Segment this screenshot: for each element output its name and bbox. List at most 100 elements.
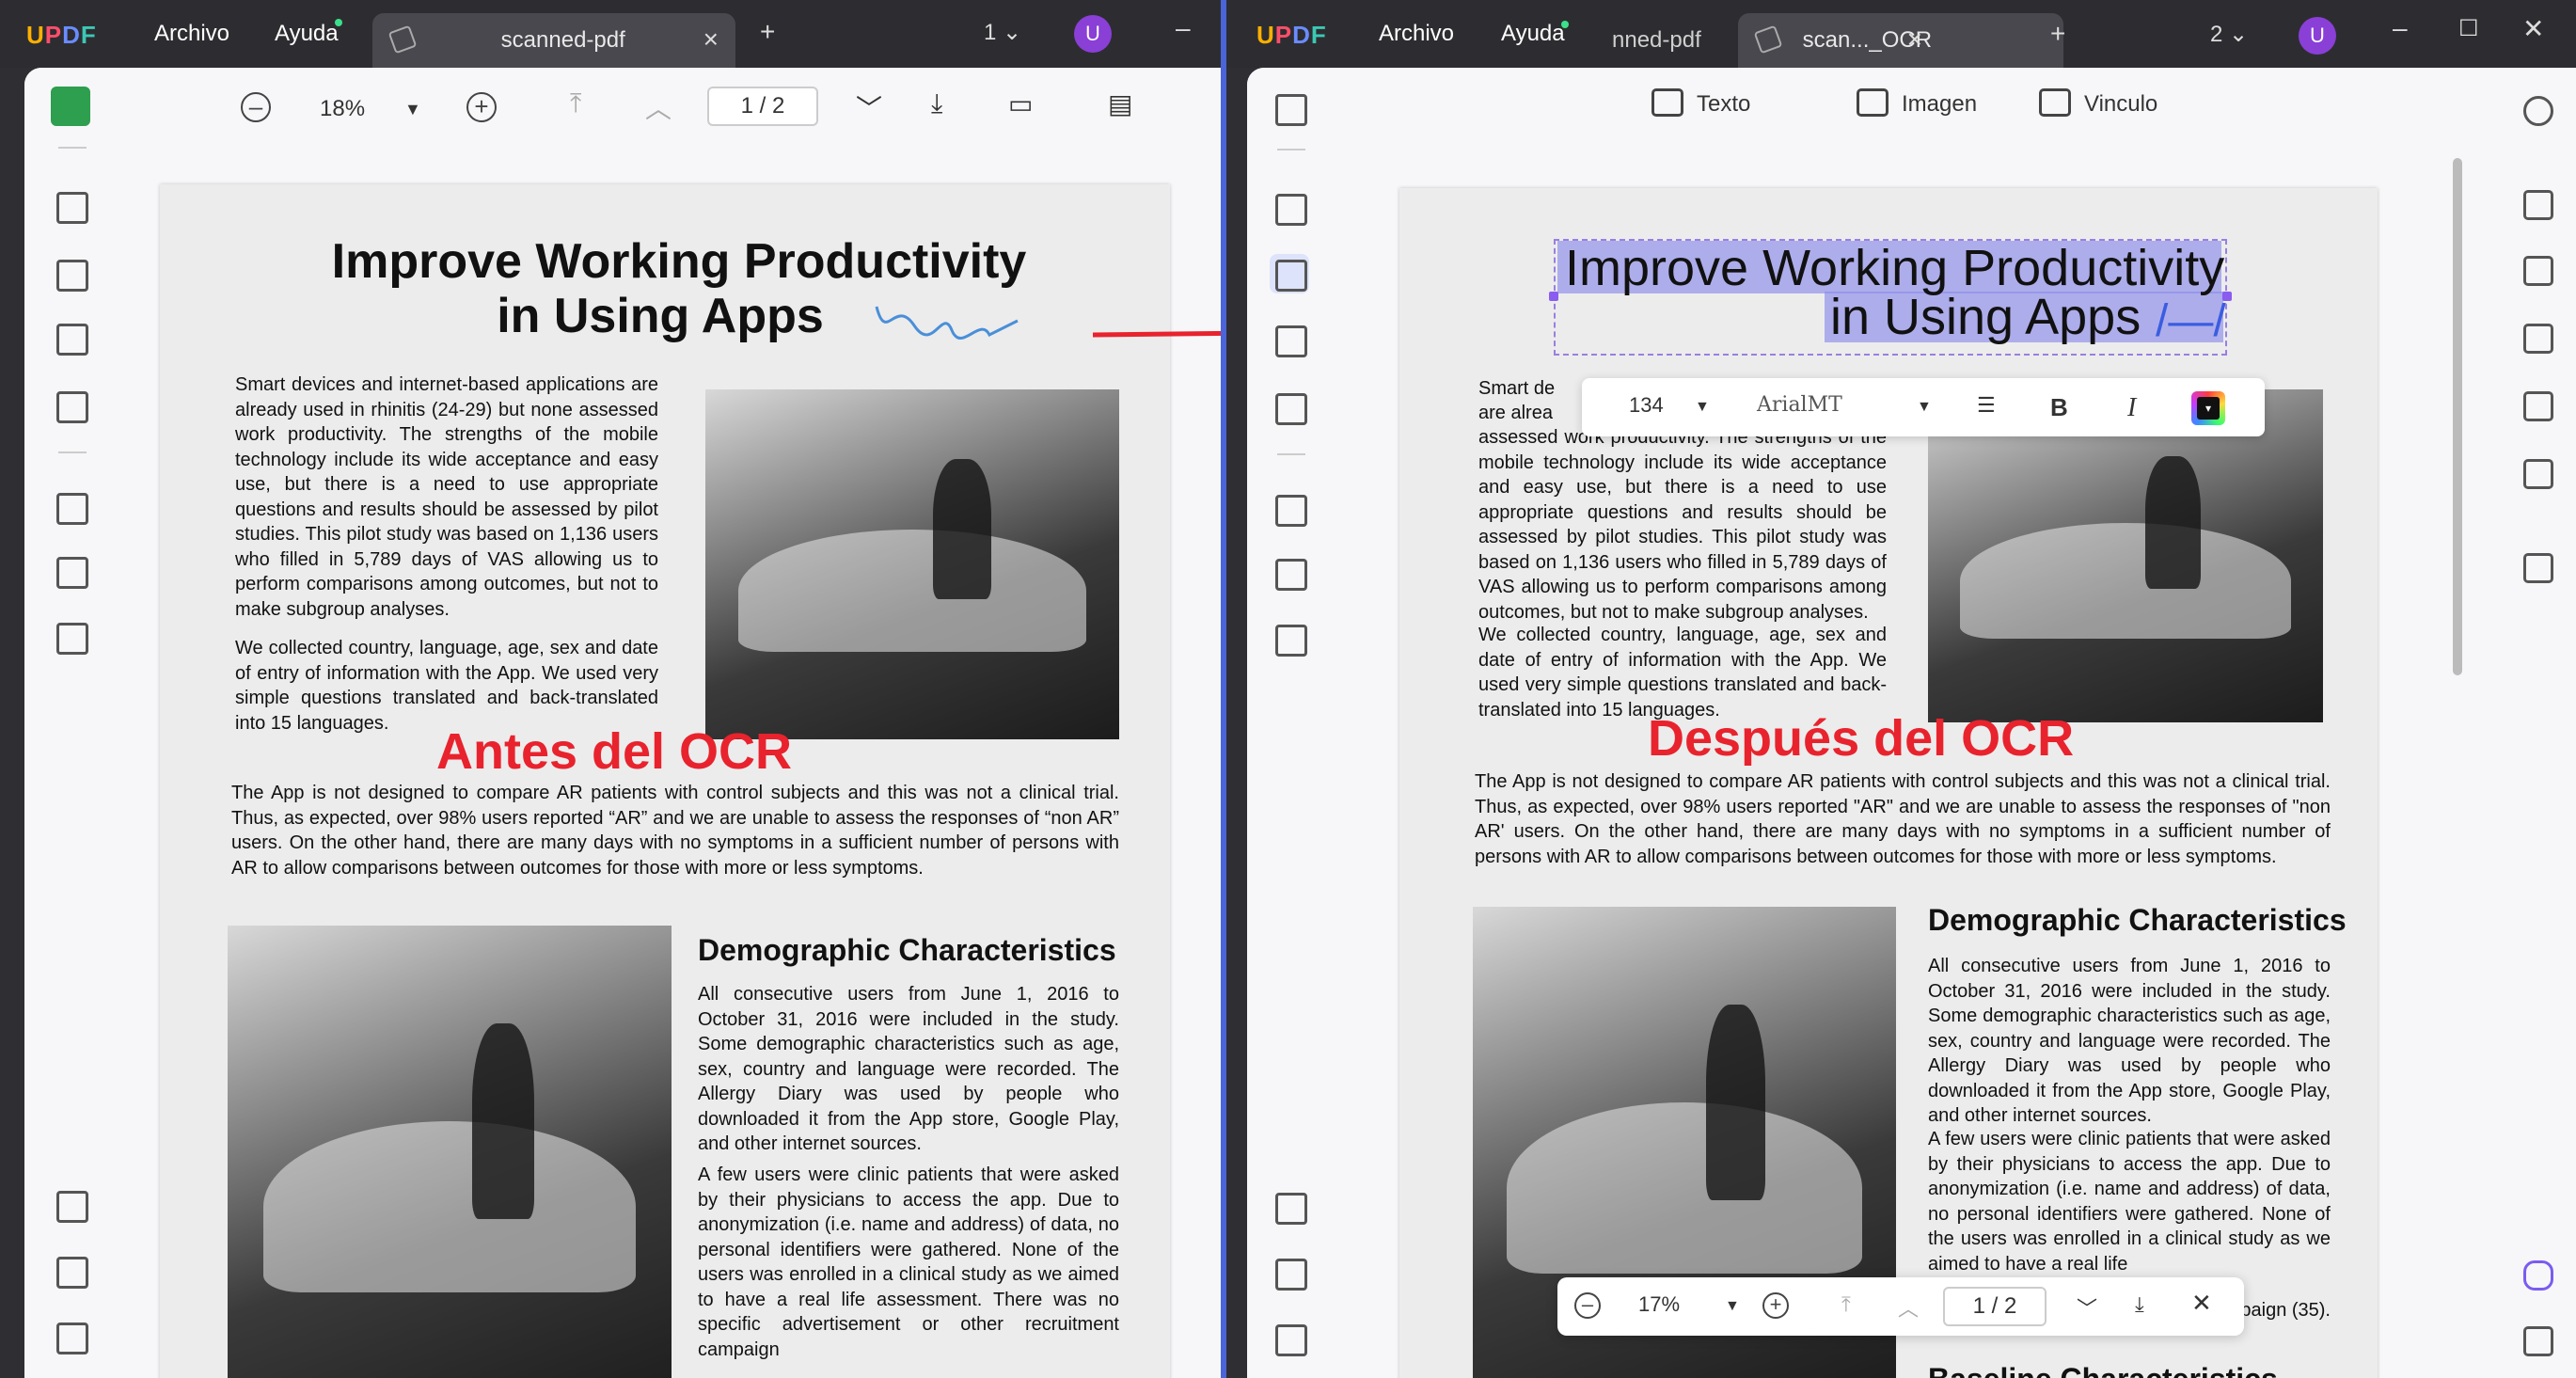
tab-label: scanned-pdf	[500, 27, 625, 53]
page-indicator[interactable]: 1 / 2	[1943, 1287, 2047, 1326]
right-toolbar: Texto Imagen Vinculo	[1337, 68, 2505, 143]
font-family-field[interactable]: ArialMT	[1757, 393, 1842, 417]
minimize-button[interactable]: –	[1176, 13, 1191, 43]
attachment-icon[interactable]	[1270, 1319, 1309, 1358]
layers-icon[interactable]	[51, 1185, 90, 1225]
chevron-down-icon[interactable]: ▼	[1725, 1298, 1740, 1315]
tab-scanned-pdf[interactable]: nned-pdf	[1593, 13, 1734, 68]
left-app-body: – 18% ▼ + ⤒ ︿ 1 / 2 ﹀ ⤓ ▭ ▤ Improve Work…	[24, 68, 1221, 1378]
align-icon[interactable]: ☰	[1977, 393, 1996, 418]
organize-pages-icon[interactable]	[1270, 489, 1309, 529]
paragraph: The App is not designed to compare AR pa…	[1475, 771, 2331, 867]
avatar[interactable]: U	[2299, 17, 2336, 55]
form-icon[interactable]	[51, 318, 90, 357]
tool-imagen[interactable]: Imagen	[1857, 88, 1977, 118]
ocr-edit-icon[interactable]	[1270, 388, 1309, 427]
comment-icon[interactable]	[2523, 1326, 2553, 1356]
menu-archivo[interactable]: Archivo	[154, 21, 229, 47]
last-page-icon[interactable]: ⤓	[931, 88, 942, 119]
left-toolbar: – 18% ▼ + ⤒ ︿ 1 / 2 ﹀ ⤓ ▭ ▤	[119, 68, 1221, 143]
next-page-icon[interactable]: ﹀	[2077, 1292, 2097, 1323]
page-indicator[interactable]: 1 / 2	[707, 87, 818, 126]
paragraph: All consecutive users from June 1, 2016 …	[1928, 956, 2331, 1126]
window-count[interactable]: 2 ⌄	[2210, 21, 2248, 48]
resize-handle[interactable]	[2222, 292, 2232, 301]
tab-scan-ocr[interactable]: scan..._OCR ×	[1738, 13, 2063, 68]
doc-title-line1: Improve Working Productivity	[331, 234, 1027, 289]
paragraph: We collected country, language, age, sex…	[1478, 625, 1887, 721]
next-page-icon[interactable]: ﹀	[856, 88, 882, 126]
zoom-level[interactable]: 17%	[1638, 1292, 1680, 1317]
section-heading: Demographic Characteristics	[698, 933, 1116, 967]
layers-icon[interactable]	[1270, 1187, 1309, 1227]
reader-icon[interactable]	[51, 87, 90, 126]
menu-ayuda[interactable]: Ayuda	[1501, 21, 1565, 47]
ai-assistant-icon[interactable]	[2523, 1260, 2553, 1291]
close-icon[interactable]: ✕	[2191, 1289, 2212, 1318]
minimize-button[interactable]: –	[2393, 13, 2408, 43]
highlighter-icon[interactable]	[51, 186, 90, 226]
resize-handle[interactable]	[1549, 292, 1558, 301]
paragraph: The App is not designed to compare AR pa…	[231, 783, 1119, 879]
italic-button[interactable]: I	[2127, 393, 2136, 423]
ocr-edit-icon[interactable]	[51, 386, 90, 425]
form-icon[interactable]	[1270, 320, 1309, 359]
presentation-icon[interactable]: ▭	[1008, 88, 1033, 119]
reader-icon[interactable]	[1270, 88, 1309, 128]
protect-icon[interactable]	[2523, 324, 2553, 354]
zoom-in-icon[interactable]: +	[1762, 1292, 1789, 1319]
new-tab-button[interactable]: +	[760, 17, 775, 47]
new-tab-button[interactable]: +	[2050, 19, 2065, 49]
organize-pages-icon[interactable]	[51, 487, 90, 527]
prev-page-icon[interactable]: ︿	[645, 88, 672, 126]
right-rail	[2505, 68, 2576, 1378]
ocr-icon[interactable]	[2523, 190, 2553, 220]
crop-icon[interactable]	[51, 551, 90, 591]
convert-file-icon[interactable]	[2523, 256, 2553, 286]
window-count[interactable]: 1 ⌄	[984, 19, 1021, 46]
first-page-icon[interactable]: ⤒	[1841, 1292, 1851, 1317]
close-icon[interactable]: ×	[703, 24, 719, 55]
bookmark-icon[interactable]	[51, 1251, 90, 1291]
share-icon[interactable]	[2523, 391, 2553, 421]
save-icon[interactable]	[2523, 553, 2553, 583]
font-size-field[interactable]: 134	[1629, 393, 1664, 418]
highlighter-icon[interactable]	[1270, 188, 1309, 228]
edit-pdf-icon[interactable]	[51, 254, 90, 293]
menu-ayuda[interactable]: Ayuda	[275, 21, 339, 47]
prev-page-icon[interactable]: ︿	[1898, 1292, 1919, 1323]
menu-archivo[interactable]: Archivo	[1379, 21, 1454, 47]
maximize-button[interactable]: ☐	[2458, 15, 2479, 42]
bookmark-icon[interactable]	[1270, 1253, 1309, 1292]
paragraph: We collected country, language, age, sex…	[235, 638, 658, 734]
workers-photo	[228, 926, 672, 1378]
tool-texto[interactable]: Texto	[1651, 88, 1750, 118]
close-window-button[interactable]: ✕	[2522, 13, 2544, 44]
text-format-bar: 134 ▼ ArialMT ▼ ☰ B I ▾	[1582, 378, 2265, 436]
zoom-in-icon[interactable]: +	[466, 92, 497, 122]
chevron-down-icon[interactable]: ▼	[1917, 399, 1932, 416]
close-icon[interactable]: ×	[1907, 24, 1922, 55]
search-icon[interactable]	[2523, 96, 2553, 126]
tool-vinculo[interactable]: Vinculo	[2039, 88, 2157, 118]
zoom-out-icon[interactable]: –	[241, 92, 271, 122]
zoom-level[interactable]: 18%	[320, 96, 365, 122]
text-selection-box[interactable]	[1554, 239, 2227, 356]
convert-icon[interactable]	[51, 617, 90, 657]
attachment-icon[interactable]	[51, 1317, 90, 1356]
chevron-down-icon[interactable]: ▼	[1695, 399, 1710, 416]
bold-button[interactable]: B	[2050, 393, 2068, 422]
color-picker-icon[interactable]: ▾	[2191, 391, 2225, 425]
tab-scanned-pdf[interactable]: scanned-pdf ×	[372, 13, 735, 68]
last-page-icon[interactable]: ⤓	[2135, 1292, 2144, 1317]
edit-pdf-icon[interactable]	[1270, 254, 1309, 293]
convert-icon[interactable]	[1270, 619, 1309, 658]
email-icon[interactable]	[2523, 459, 2553, 489]
crop-icon[interactable]	[1270, 553, 1309, 593]
zoom-dropdown-icon[interactable]: ▼	[404, 100, 421, 119]
avatar[interactable]: U	[1074, 15, 1112, 53]
zoom-out-icon[interactable]: –	[1574, 1292, 1601, 1319]
first-page-icon[interactable]: ⤒	[570, 88, 581, 119]
page-layout-icon[interactable]: ▤	[1108, 88, 1132, 119]
vertical-scrollbar[interactable]	[2453, 158, 2462, 675]
